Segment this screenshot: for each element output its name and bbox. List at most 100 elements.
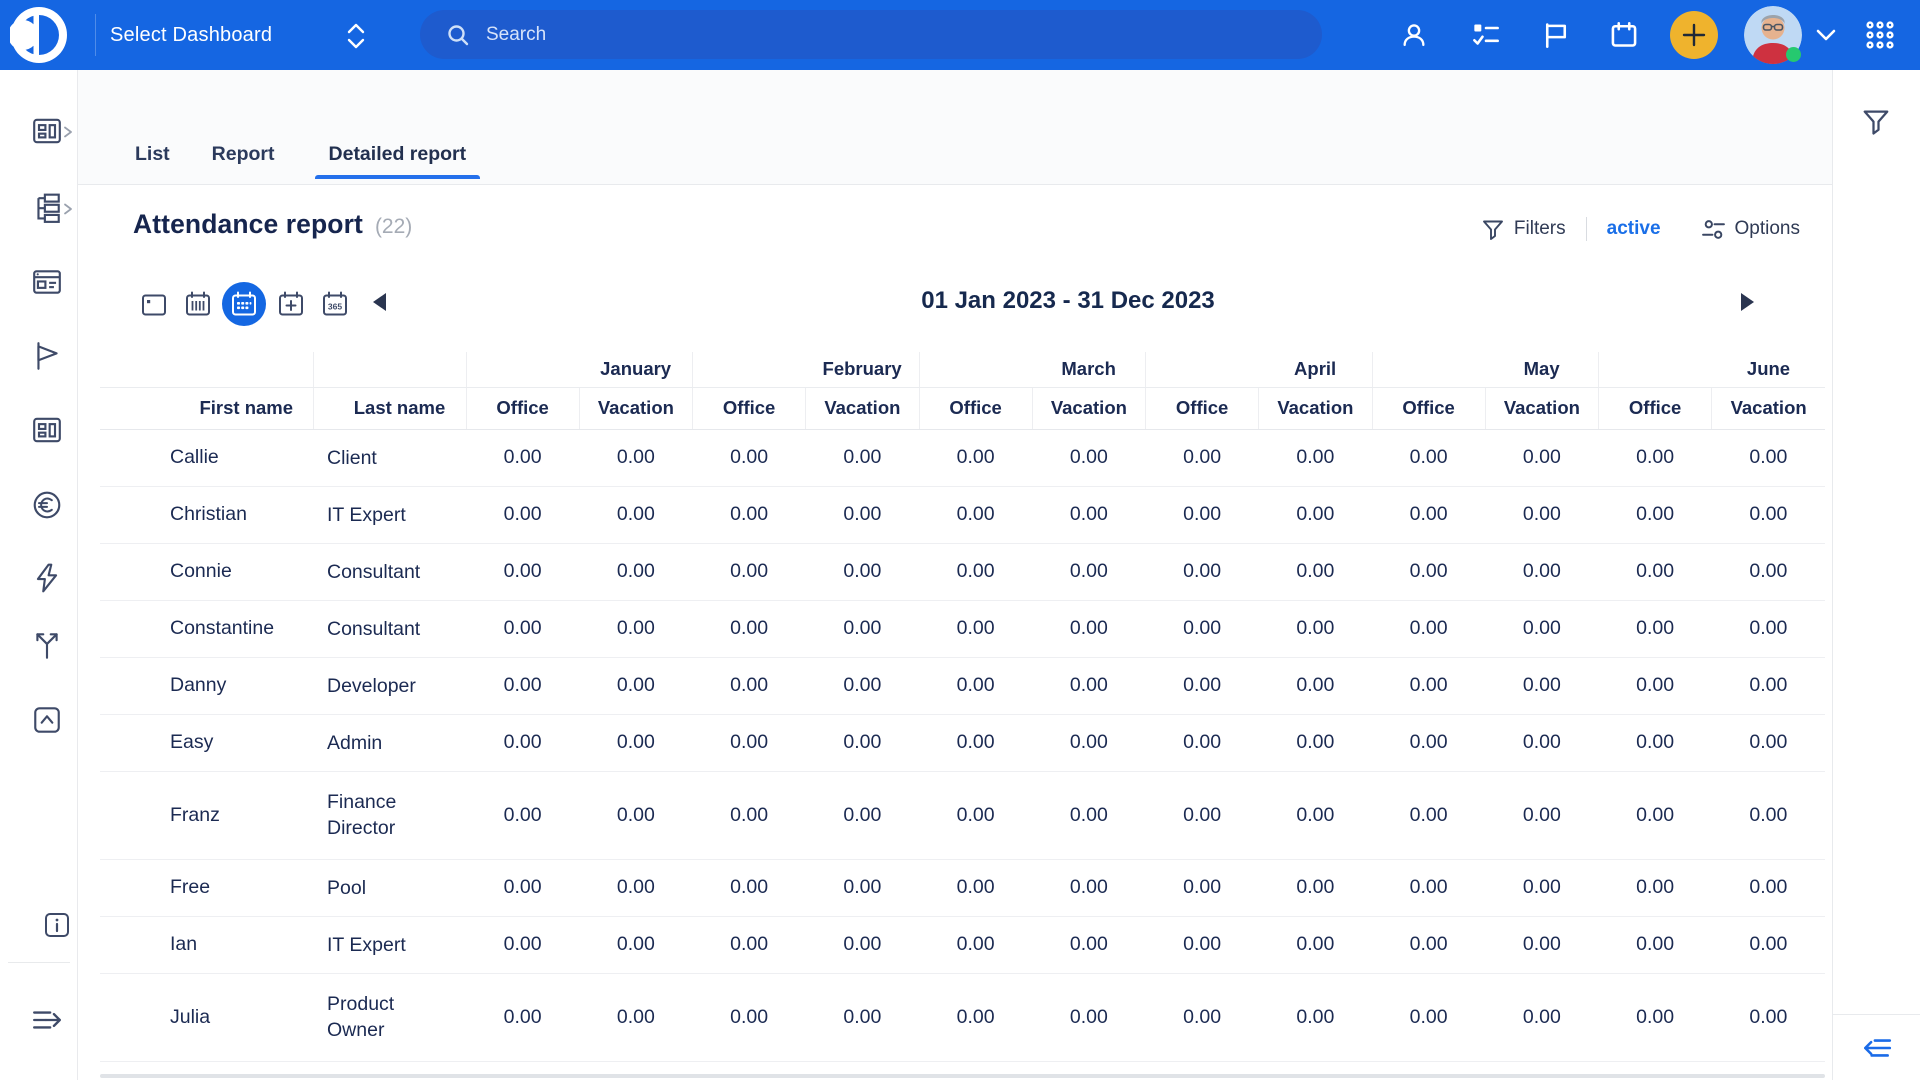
value-cell: 0.00 bbox=[1712, 916, 1825, 973]
value-cell: 0.00 bbox=[1372, 973, 1485, 1061]
apps-grid-icon[interactable] bbox=[1864, 19, 1896, 51]
report-count: (22) bbox=[375, 215, 412, 239]
date-range-label[interactable]: 01 Jan 2023 - 31 Dec 2023 bbox=[538, 279, 1598, 323]
collapse-panel-icon[interactable] bbox=[1861, 1032, 1893, 1064]
value-cell: 0.00 bbox=[1259, 486, 1372, 543]
view-month-button[interactable] bbox=[222, 282, 266, 326]
first-name-cell: Constantine bbox=[100, 600, 313, 657]
arrow-left-icon bbox=[372, 292, 388, 312]
value-cell: 0.00 bbox=[919, 859, 1032, 916]
value-cell: 0.00 bbox=[1599, 429, 1712, 486]
value-cell: 0.00 bbox=[1032, 771, 1145, 859]
horizontal-scrollbar[interactable] bbox=[100, 1074, 1825, 1078]
sidebar-item-finance[interactable] bbox=[31, 489, 63, 521]
value-cell: 0.00 bbox=[1032, 916, 1145, 973]
office-header: Office bbox=[1372, 387, 1485, 429]
pennant-flag-icon bbox=[31, 340, 63, 372]
chevron-down-icon[interactable] bbox=[1816, 29, 1836, 41]
view-day-button[interactable] bbox=[134, 285, 173, 324]
sidebar-item-forms[interactable] bbox=[31, 266, 63, 298]
sidebar-item-automation[interactable] bbox=[31, 562, 63, 594]
view-custom-button[interactable] bbox=[271, 285, 310, 324]
dashboard-selector[interactable]: Select Dashboard bbox=[110, 0, 272, 70]
user-button[interactable] bbox=[1400, 21, 1428, 49]
panel-filter-button[interactable] bbox=[1861, 106, 1891, 136]
sidebar-item-reports[interactable] bbox=[31, 414, 63, 446]
next-period-button[interactable] bbox=[1725, 280, 1769, 324]
app-window: Select Dashboard bbox=[0, 0, 1920, 1080]
vacation-header: Vacation bbox=[579, 387, 692, 429]
sidebar-item-dashboard[interactable] bbox=[31, 115, 63, 147]
value-cell: 0.00 bbox=[693, 486, 806, 543]
sidebar-item-export[interactable] bbox=[31, 704, 63, 736]
chevron-right-icon[interactable] bbox=[62, 203, 74, 215]
search-input[interactable] bbox=[486, 24, 1246, 46]
tab-report[interactable]: Report bbox=[210, 143, 277, 166]
value-cell: 0.00 bbox=[1146, 714, 1259, 771]
title-row: Attendance report (22) Filters active bbox=[78, 185, 1832, 265]
table-row: FreePool0.000.000.000.000.000.000.000.00… bbox=[100, 859, 1825, 916]
svg-text:365: 365 bbox=[327, 302, 341, 312]
value-cell: 0.00 bbox=[579, 543, 692, 600]
search-bar[interactable] bbox=[420, 10, 1322, 59]
office-header: Office bbox=[466, 387, 579, 429]
calendar-button[interactable] bbox=[1610, 21, 1638, 49]
box-arrow-up-icon bbox=[31, 704, 63, 736]
column-header-row: First name Last name OfficeVacationOffic… bbox=[100, 387, 1825, 429]
first-name-cell: Connie bbox=[100, 543, 313, 600]
tasks-button[interactable] bbox=[1472, 21, 1500, 49]
first-name-cell: Ian bbox=[100, 916, 313, 973]
calendar-icon bbox=[1610, 21, 1638, 49]
value-cell: 0.00 bbox=[919, 973, 1032, 1061]
chevron-updown-icon[interactable] bbox=[345, 22, 367, 50]
value-cell: 0.00 bbox=[806, 859, 919, 916]
view-year-button[interactable]: 365 bbox=[315, 285, 354, 324]
chevron-right-icon[interactable] bbox=[62, 126, 74, 138]
add-button[interactable] bbox=[1670, 11, 1718, 59]
first-name-header: First name bbox=[100, 387, 313, 429]
sidebar-item-milestones[interactable] bbox=[31, 340, 63, 372]
table-row: CallieClient0.000.000.000.000.000.000.00… bbox=[100, 429, 1825, 486]
brand-logo[interactable] bbox=[10, 6, 68, 64]
panel-grid-icon bbox=[31, 414, 63, 446]
value-cell: 0.00 bbox=[919, 600, 1032, 657]
org-structure-icon bbox=[31, 192, 63, 224]
avatar[interactable] bbox=[1744, 6, 1802, 64]
period-row: 365 01 Jan 2023 - 31 Dec 2023 bbox=[78, 265, 1832, 355]
previous-period-button[interactable] bbox=[358, 280, 402, 324]
attendance-table: JanuaryFebruaryMarchAprilMayJune First n… bbox=[100, 352, 1825, 1080]
value-cell: 0.00 bbox=[693, 859, 806, 916]
funnel-icon bbox=[1481, 217, 1505, 241]
flag-button[interactable] bbox=[1542, 21, 1570, 49]
value-cell: 0.00 bbox=[1146, 973, 1259, 1061]
options-button[interactable]: Options bbox=[1701, 217, 1800, 242]
value-cell: 0.00 bbox=[806, 657, 919, 714]
office-header: Office bbox=[1599, 387, 1712, 429]
power-logo-icon bbox=[10, 6, 68, 64]
value-cell: 0.00 bbox=[1259, 543, 1372, 600]
collapse-sidebar-button[interactable] bbox=[31, 1004, 63, 1036]
info-button[interactable] bbox=[42, 910, 74, 942]
value-cell: 0.00 bbox=[1712, 657, 1825, 714]
value-cell: 0.00 bbox=[1372, 916, 1485, 973]
last-name-cell: Consultant bbox=[313, 600, 466, 657]
active-filter-link[interactable]: active bbox=[1607, 218, 1661, 240]
value-cell: 0.00 bbox=[1259, 714, 1372, 771]
table-row: JuliaProduct Owner0.000.000.000.000.000.… bbox=[100, 973, 1825, 1061]
table-row: FranzFinance Director0.000.000.000.000.0… bbox=[100, 771, 1825, 859]
sidebar-item-workflows[interactable] bbox=[31, 629, 63, 661]
tab-list[interactable]: List bbox=[133, 143, 172, 166]
table-row: ConstantineConsultant0.000.000.000.000.0… bbox=[100, 600, 1825, 657]
filters-button[interactable]: Filters bbox=[1481, 217, 1566, 241]
tab-detailed-report[interactable]: Detailed report bbox=[315, 143, 481, 166]
value-cell: 0.00 bbox=[1032, 600, 1145, 657]
panel-bottom-bar bbox=[1833, 1014, 1920, 1080]
value-cell: 0.00 bbox=[806, 429, 919, 486]
sidebar-item-structure[interactable] bbox=[31, 192, 63, 224]
euro-icon bbox=[31, 489, 63, 521]
calendar-month-icon bbox=[229, 289, 259, 319]
value-cell: 0.00 bbox=[1599, 657, 1712, 714]
spacer-header bbox=[100, 352, 313, 387]
value-cell: 0.00 bbox=[919, 771, 1032, 859]
view-week-button[interactable] bbox=[178, 285, 217, 324]
